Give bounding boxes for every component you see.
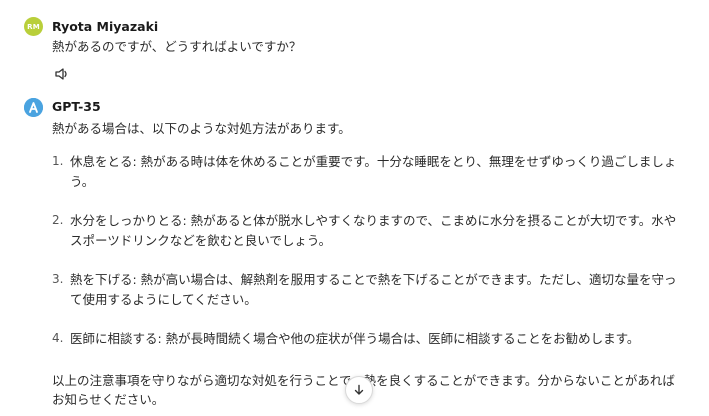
assistant-avatar	[24, 98, 43, 117]
user-initials: RM	[27, 22, 40, 31]
list-text: 医師に相談する: 熱が長時間続く場合や他の症状が伴う場合は、医師に相談することを…	[70, 331, 640, 346]
user-message-text: 熱があるのですが、どうすればよいですか？	[52, 39, 302, 54]
list-text: 熱を下げる: 熱が高い場合は、解熱剤を服用することで熱を下げることができます。た…	[70, 272, 677, 307]
list-item: 1. 休息をとる: 熱がある時は体を休めることが重要です。十分な睡眠をとり、無理…	[52, 152, 679, 192]
list-item: 2. 水分をしっかりとる: 熱があると体が脱水しやすくなりますので、こまめに水分…	[52, 211, 679, 251]
steps-list: 1. 休息をとる: 熱がある時は体を休めることが重要です。十分な睡眠をとり、無理…	[52, 152, 679, 368]
assistant-name: GPT-35	[52, 99, 101, 114]
list-number: 4.	[52, 331, 64, 345]
assistant-logo-icon	[24, 98, 43, 117]
list-item: 3. 熱を下げる: 熱が高い場合は、解熱剤を服用することで熱を下げることができま…	[52, 270, 679, 310]
list-number: 1.	[52, 154, 64, 168]
user-name: Ryota Miyazaki	[52, 19, 159, 34]
list-item: 4. 医師に相談する: 熱が長時間続く場合や他の症状が伴う場合は、医師に相談する…	[52, 329, 679, 349]
list-text: 水分をしっかりとる: 熱があると体が脱水しやすくなりますので、こまめに水分を摂る…	[70, 213, 677, 248]
list-number: 2.	[52, 213, 64, 227]
arrow-down-icon	[354, 384, 364, 395]
user-avatar: RM	[24, 17, 43, 36]
user-message: RM Ryota Miyazaki 熱があるのですが、どうすればよいですか？	[24, 14, 689, 94]
list-text: 休息をとる: 熱がある時は体を休めることが重要です。十分な睡眠をとり、無理をせず…	[70, 154, 677, 189]
scroll-down-button[interactable]	[345, 376, 373, 404]
speaker-icon[interactable]	[54, 66, 70, 82]
list-number: 3.	[52, 272, 64, 286]
assistant-intro: 熱がある場合は、以下のような対処方法があります。	[52, 121, 351, 136]
